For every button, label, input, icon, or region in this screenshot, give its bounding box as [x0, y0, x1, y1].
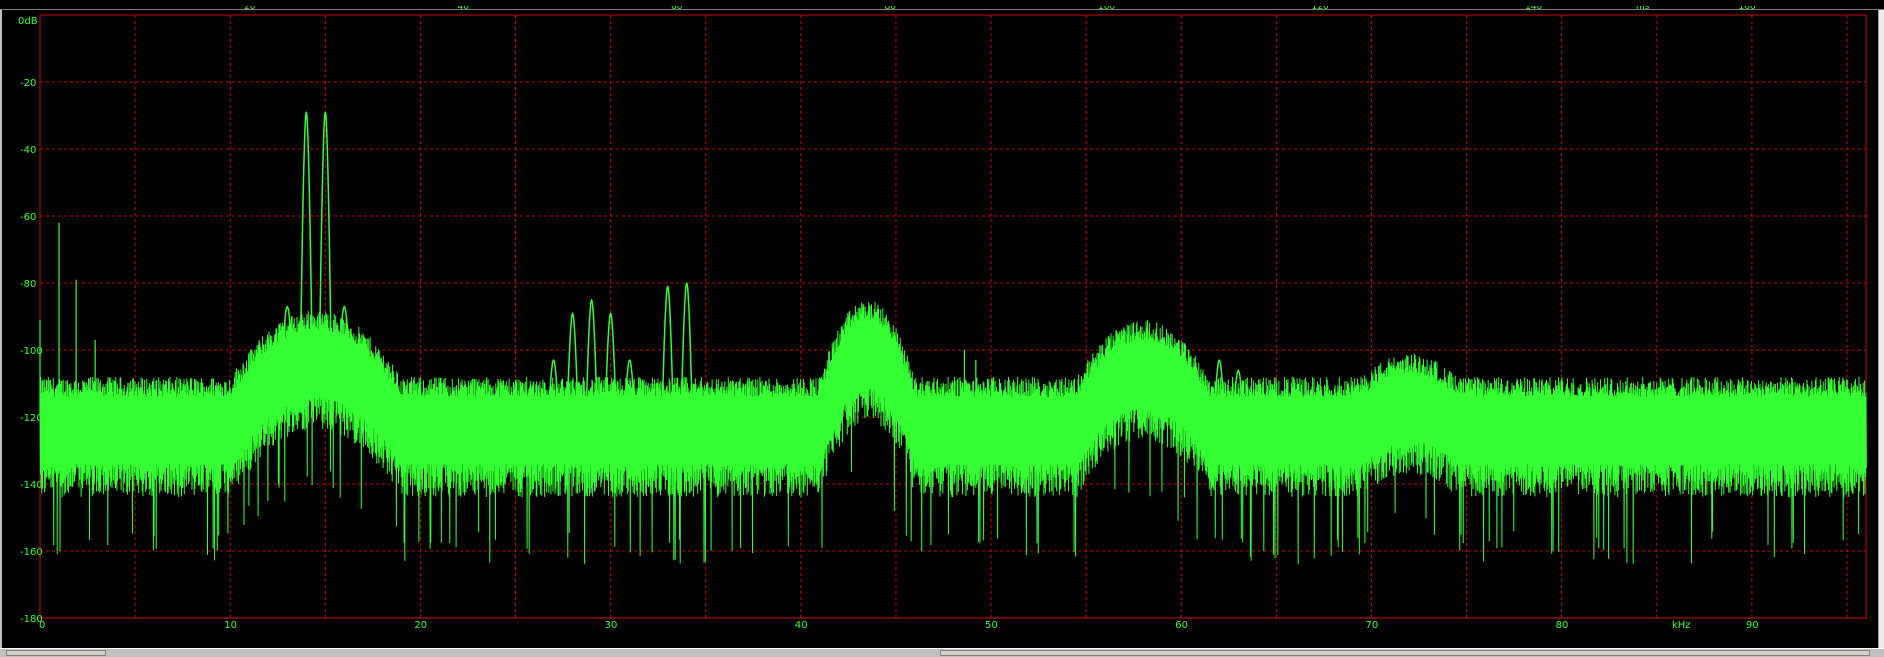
x-tick-label: 70: [1365, 620, 1378, 631]
y-tick-label: -120: [20, 413, 43, 424]
scrollbar-thumb-left[interactable]: [6, 650, 106, 656]
plot-border: [39, 14, 1867, 619]
x-axis-unit-label: kHz: [1672, 620, 1691, 631]
x-tick-label: 0: [39, 620, 45, 631]
x-tick-label: 50: [985, 620, 998, 631]
y-tick-label: -100: [20, 346, 43, 357]
noise-floor-trace: [39, 301, 1867, 565]
y-tick-label: -60: [20, 212, 36, 223]
x-tick-label: 60: [1175, 620, 1188, 631]
y-tick-label: -80: [20, 279, 36, 290]
x-tick-label: 20: [414, 620, 427, 631]
x-tick-label: 10: [224, 620, 237, 631]
y-tick-label: -160: [20, 547, 43, 558]
x-tick-label: 80: [1556, 620, 1569, 631]
y-tick-label: -140: [20, 480, 43, 491]
y-tick-label: -40: [20, 145, 36, 156]
top-time-axis-strip: 20 40 60 80 100 120 140 160 ms: [0, 0, 1884, 12]
scrollbar-thumb-right[interactable]: [940, 650, 1870, 656]
x-tick-label: 40: [795, 620, 808, 631]
window-right-edge: [1878, 10, 1884, 648]
grid-layer: [39, 14, 1867, 619]
y-tick-label: -20: [20, 78, 36, 89]
spectrum-trace-layer: [39, 111, 1867, 565]
x-tick-label: 30: [605, 620, 618, 631]
spectrum-chart: 0dB-20-40-60-80-100-120-140-160-1800 10 20…: [18, 14, 1867, 631]
x-tick-label: 90: [1746, 620, 1759, 631]
spectrum-window: 0dB -20 -40 -60 -80 -100 -120 -140 -160 -180 0 10 20…: [0, 10, 1883, 648]
y-axis-unit-label: 0dB: [18, 16, 38, 27]
